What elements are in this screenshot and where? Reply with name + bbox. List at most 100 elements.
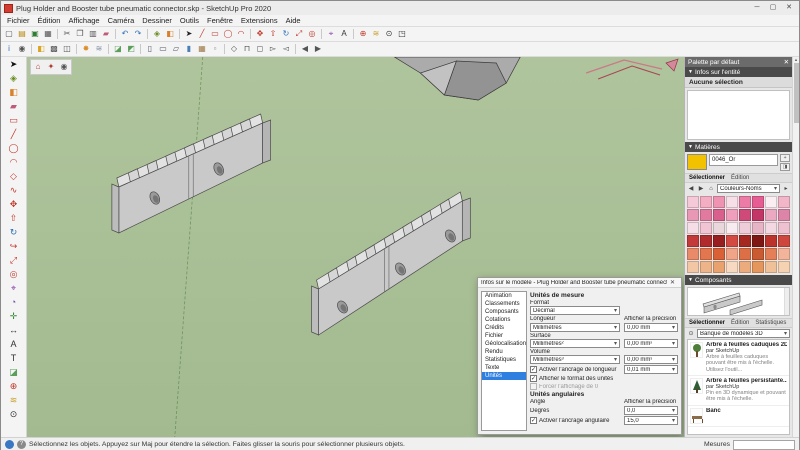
- zoom-icon[interactable]: ⊙: [7, 408, 20, 421]
- add-location-icon[interactable]: ◉: [58, 61, 70, 73]
- connector-block-1[interactable]: [112, 114, 271, 233]
- 3d-warehouse-icon[interactable]: ⌂: [32, 61, 44, 73]
- circle-icon[interactable]: ◯: [222, 28, 234, 40]
- component-preview[interactable]: [687, 287, 790, 316]
- material-collection-dropdown[interactable]: Couleurs-Noms ▾: [717, 184, 780, 193]
- orbit-icon[interactable]: ⊕: [357, 28, 369, 40]
- push-pull-icon[interactable]: ⇧: [7, 212, 20, 225]
- material-swatch[interactable]: [778, 235, 790, 247]
- entity-info-icon[interactable]: i: [3, 43, 15, 55]
- scale-icon[interactable]: ⤢: [293, 28, 305, 40]
- eraser-icon[interactable]: ▰: [7, 100, 20, 113]
- component-list-item[interactable]: Arbre à feuilles caduques 2Dpar SketchUp…: [688, 340, 789, 376]
- format-dropdown[interactable]: Décimal ▾: [530, 306, 620, 315]
- menu-camera[interactable]: Caméra: [104, 16, 139, 25]
- offset-icon[interactable]: ◎: [7, 268, 20, 281]
- dialog-section-geolocalisation[interactable]: Géolocalisation: [482, 340, 526, 348]
- print-icon[interactable]: ▦: [42, 28, 54, 40]
- preview-scrollbar[interactable]: [784, 288, 789, 315]
- menu-outils[interactable]: Outils: [176, 16, 203, 25]
- material-swatch[interactable]: [752, 235, 764, 247]
- dialog-close-button[interactable]: ✕: [667, 279, 678, 286]
- close-button[interactable]: ✕: [781, 2, 797, 14]
- material-swatch[interactable]: [713, 261, 725, 273]
- collapse-icon[interactable]: ▼: [688, 144, 693, 150]
- angle-snap-checkbox[interactable]: ✓: [530, 417, 537, 424]
- right-view-icon[interactable]: ▻: [267, 43, 279, 55]
- protractor-icon[interactable]: ◔: [7, 296, 20, 309]
- material-swatch[interactable]: [700, 209, 712, 221]
- menu-affichage[interactable]: Affichage: [64, 16, 103, 25]
- styles-icon[interactable]: ▩: [48, 43, 60, 55]
- scrollbar-thumb[interactable]: [794, 63, 799, 123]
- orbit-icon[interactable]: ⊕: [7, 380, 20, 393]
- surface-unit-dropdown[interactable]: Millimètres² ▾: [530, 339, 620, 348]
- dialog-section-credits[interactable]: Crédits: [482, 324, 526, 332]
- create-material-button[interactable]: +: [780, 154, 790, 162]
- materials-icon[interactable]: ◧: [35, 43, 47, 55]
- minimize-button[interactable]: ─: [749, 2, 765, 14]
- new-icon[interactable]: ▢: [3, 28, 15, 40]
- pan-icon[interactable]: ≋: [370, 28, 382, 40]
- component-collection-dropdown[interactable]: Banque de modèles 3D ▾: [697, 329, 790, 338]
- component-list-item[interactable]: Banc: [688, 406, 789, 427]
- paint-bucket-icon[interactable]: ◧: [7, 86, 20, 99]
- textured-icon[interactable]: ▦: [196, 43, 208, 55]
- dialog-section-rendu[interactable]: Rendu: [482, 348, 526, 356]
- freehand-icon[interactable]: ∿: [7, 184, 20, 197]
- section-cuts-icon[interactable]: ◩: [125, 43, 137, 55]
- model-info-icon[interactable]: ◉: [16, 43, 28, 55]
- material-swatch[interactable]: [726, 248, 738, 260]
- material-swatch[interactable]: [726, 196, 738, 208]
- length-unit-dropdown[interactable]: Millimètres ▾: [530, 323, 620, 332]
- zoom-extents-icon[interactable]: ◳: [396, 28, 408, 40]
- text-icon[interactable]: A: [7, 338, 20, 351]
- collapse-icon[interactable]: ▼: [688, 277, 693, 283]
- menu-extensions[interactable]: Extensions: [237, 16, 282, 25]
- material-swatch[interactable]: [687, 196, 699, 208]
- active-material-swatch[interactable]: [687, 154, 707, 170]
- rectangle-icon[interactable]: ▭: [209, 28, 221, 40]
- menu-edition[interactable]: Édition: [34, 16, 65, 25]
- line-icon[interactable]: ╱: [7, 128, 20, 141]
- volume-precision-dropdown[interactable]: 0,00 mm³ ▾: [624, 355, 678, 364]
- back-view-icon[interactable]: ◅: [280, 43, 292, 55]
- material-swatch[interactable]: [713, 196, 725, 208]
- material-swatch[interactable]: [687, 209, 699, 221]
- material-swatch[interactable]: [713, 235, 725, 247]
- pan-icon[interactable]: ≋: [7, 394, 20, 407]
- materials-tab-edition[interactable]: Édition: [731, 175, 749, 181]
- tape-measure-icon[interactable]: ⌖: [7, 282, 20, 295]
- display-format-checkbox[interactable]: ✓: [530, 375, 537, 382]
- surface-precision-dropdown[interactable]: 0,00 mm² ▾: [624, 339, 678, 348]
- dialog-section-composants[interactable]: Composants: [482, 308, 526, 316]
- material-swatch[interactable]: [739, 261, 751, 273]
- push-pull-icon[interactable]: ⇧: [267, 28, 279, 40]
- follow-me-icon[interactable]: ↪: [7, 240, 20, 253]
- arc-icon[interactable]: ◠: [235, 28, 247, 40]
- material-swatch[interactable]: [726, 235, 738, 247]
- make-component-icon[interactable]: ◈: [7, 72, 20, 85]
- material-swatch[interactable]: [765, 196, 777, 208]
- dimensions-icon[interactable]: ↔: [7, 324, 20, 337]
- tray-scrollbar[interactable]: ▲: [792, 57, 799, 437]
- tray-close-icon[interactable]: ✕: [784, 58, 789, 66]
- material-swatch[interactable]: [713, 248, 725, 260]
- help-icon[interactable]: ?: [17, 440, 26, 449]
- next-view-icon[interactable]: ▶: [312, 43, 324, 55]
- volume-unit-dropdown[interactable]: Millimètres³ ▾: [530, 355, 620, 364]
- angle-precision-dropdown[interactable]: 0,0 ▾: [624, 406, 678, 415]
- entity-info-header[interactable]: ▼ Infos sur l'entité: [685, 67, 792, 77]
- angle-snap-dropdown[interactable]: 15,0 ▾: [624, 416, 678, 425]
- fog-icon[interactable]: ≋: [93, 43, 105, 55]
- copy-icon[interactable]: ❐: [74, 28, 86, 40]
- tape-measure-icon[interactable]: ⌖: [325, 28, 337, 40]
- material-swatch[interactable]: [726, 261, 738, 273]
- axes-icon[interactable]: ✛: [7, 310, 20, 323]
- front-view-icon[interactable]: ◻: [254, 43, 266, 55]
- materials-header[interactable]: ▼ Matières: [685, 142, 792, 152]
- redo-icon[interactable]: ↷: [132, 28, 144, 40]
- material-swatch[interactable]: [765, 209, 777, 221]
- previous-view-icon[interactable]: ◀: [299, 43, 311, 55]
- erase-icon[interactable]: ▰: [100, 28, 112, 40]
